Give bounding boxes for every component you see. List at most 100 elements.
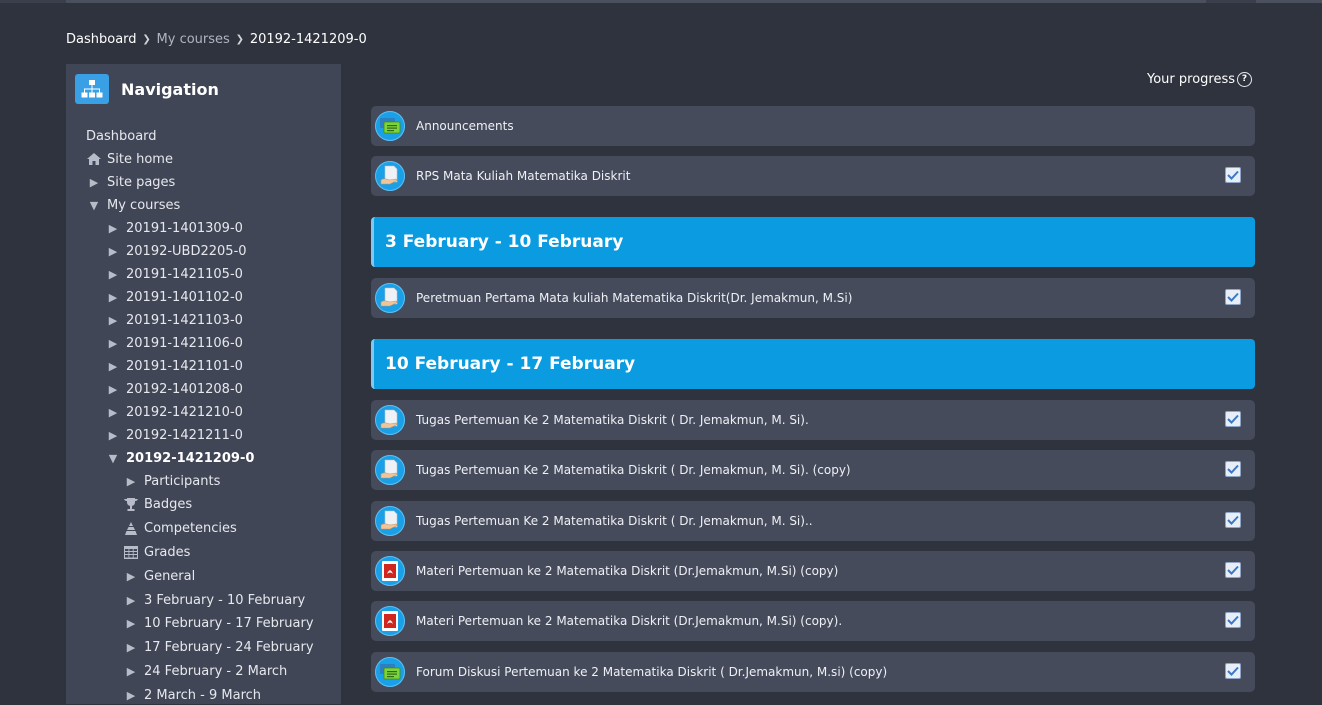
top-bar (0, 0, 1322, 3)
activity-link[interactable]: Tugas Pertemuan Ke 2 Matematika Diskrit … (416, 413, 809, 427)
nav-item-20192-1421210-0[interactable]: ▶ 20192-1421210-0 (105, 402, 243, 422)
nav-item-17-february-24-february[interactable]: ▶ 17 February - 24 February (123, 638, 314, 658)
nav-item-site-home[interactable]: Site home (86, 149, 173, 169)
pdf-icon (375, 555, 405, 586)
caret-right-icon: ▶ (108, 405, 118, 419)
completion-checkbox[interactable] (1225, 612, 1241, 629)
completion-checkbox[interactable] (1225, 461, 1241, 478)
section-header[interactable]: 3 February - 10 February (371, 217, 1255, 267)
activity-link[interactable]: Tugas Pertemuan Ke 2 Matematika Diskrit … (416, 463, 851, 477)
navigation-title: Navigation (121, 79, 219, 99)
nav-item-label: 20191-1421106-0 (126, 335, 243, 351)
check-icon (1227, 170, 1239, 180)
nav-item-24-february-2-march[interactable]: ▶ 24 February - 2 March (123, 661, 288, 681)
nav-item-label: 20192-UBD2205-0 (126, 243, 247, 259)
nav-item-20192-1421211-0[interactable]: ▶ 20192-1421211-0 (105, 425, 243, 445)
question-circle-icon[interactable]: ? (1237, 71, 1253, 87)
nav-item-label: My courses (107, 197, 181, 213)
your-progress: Your progress ? (1147, 70, 1253, 88)
nav-item-2-march-9-march[interactable]: ▶ 2 March - 9 March (123, 685, 261, 705)
completion-checkbox[interactable] (1225, 411, 1241, 427)
breadcrumb: Dashboard ❯ My courses ❯ 20192-1421209-0 (66, 30, 367, 48)
caret-right-icon: ▶ (108, 428, 118, 442)
section-header[interactable]: 10 February - 17 February (371, 339, 1255, 389)
breadcrumb-my-courses[interactable]: My courses (157, 32, 230, 47)
nav-item-label: 24 February - 2 March (144, 663, 288, 679)
nav-item-20191-1421101-0[interactable]: ▶ 20191-1421101-0 (105, 356, 243, 376)
nav-item-participants[interactable]: ▶ Participants (123, 471, 221, 491)
completion-checkbox[interactable] (1225, 561, 1241, 578)
nav-item-20191-1421106-0[interactable]: ▶ 20191-1421106-0 (105, 333, 243, 353)
nav-item-20191-1421103-0[interactable]: ▶ 20191-1421103-0 (105, 310, 243, 330)
nav-item-label: 20192-1421209-0 (126, 450, 255, 466)
completion-checkbox[interactable] (1225, 511, 1241, 528)
completion-checkbox[interactable] (1225, 167, 1241, 183)
activity-link[interactable]: Announcements (416, 119, 514, 133)
caret-right-icon: ▶ (126, 641, 136, 655)
nav-item-20191-1401309-0[interactable]: ▶ 20191-1401309-0 (105, 218, 243, 238)
activity-item[interactable]: RPS Mata Kuliah Matematika Diskrit (371, 156, 1255, 196)
home-icon (86, 153, 102, 165)
nav-item-general[interactable]: ▶ General (123, 566, 195, 586)
nav-item-20192-1401208-0[interactable]: ▶ 20192-1401208-0 (105, 379, 243, 399)
caret-right-icon: ▶ (108, 336, 118, 350)
nav-item-label: 20191-1421101-0 (126, 358, 243, 374)
nav-item-label: Competencies (144, 521, 237, 537)
nav-item-label: Badges (144, 497, 193, 513)
assignment-icon (375, 405, 405, 435)
activity-link[interactable]: Materi Pertemuan ke 2 Matematika Diskrit… (416, 614, 842, 628)
completion-checkbox[interactable] (1225, 662, 1241, 679)
nav-item-label: 20192-1421210-0 (126, 404, 243, 420)
activity-link[interactable]: Peretmuan Pertama Mata kuliah Matematika… (416, 291, 852, 305)
competencies-icon (123, 522, 139, 536)
activity-item[interactable]: Forum Diskusi Pertemuan ke 2 Matematika … (371, 651, 1255, 692)
activity-item[interactable]: Materi Pertemuan ke 2 Matematika Diskrit… (371, 550, 1255, 591)
activity-link[interactable]: RPS Mata Kuliah Matematika Diskrit (416, 169, 630, 183)
forum-icon (375, 111, 405, 141)
activity-item[interactable]: Tugas Pertemuan Ke 2 Matematika Diskrit … (371, 400, 1255, 440)
activity-link[interactable]: Tugas Pertemuan Ke 2 Matematika Diskrit … (416, 514, 813, 528)
caret-right-icon: ▶ (108, 290, 118, 304)
nav-item-20191-1421105-0[interactable]: ▶ 20191-1421105-0 (105, 264, 243, 284)
completion-checkbox[interactable] (1225, 289, 1241, 305)
caret-down-icon: ▼ (108, 451, 118, 465)
check-icon (1227, 515, 1239, 525)
nav-item-my-courses[interactable]: ▼ My courses (86, 195, 181, 215)
your-progress-label: Your progress (1147, 71, 1236, 87)
activity-item[interactable]: Peretmuan Pertama Mata kuliah Matematika… (371, 278, 1255, 318)
check-icon (1227, 414, 1239, 424)
activity-link[interactable]: Materi Pertemuan ke 2 Matematika Diskrit… (416, 564, 838, 578)
activity-item[interactable]: Materi Pertemuan ke 2 Matematika Diskrit… (371, 601, 1255, 642)
nav-item-label: 20192-1401208-0 (126, 381, 243, 397)
nav-item-20192-ubd2205-0[interactable]: ▶ 20192-UBD2205-0 (105, 241, 247, 261)
sitemap-icon (75, 74, 109, 104)
breadcrumb-dashboard[interactable]: Dashboard (66, 32, 137, 47)
nav-item-3-february-10-february[interactable]: ▶ 3 February - 10 February (123, 590, 305, 610)
nav-item-20192-1421209-0[interactable]: ▼ 20192-1421209-0 (105, 448, 255, 468)
nav-item-dashboard[interactable]: Dashboard (86, 126, 157, 146)
nav-item-label: Grades (144, 544, 191, 560)
nav-item-badges[interactable]: Badges (123, 495, 192, 515)
activity-item[interactable]: Announcements (371, 106, 1255, 146)
nav-item-20191-1401102-0[interactable]: ▶ 20191-1401102-0 (105, 287, 243, 307)
nav-item-label: General (144, 568, 196, 584)
pdf-icon (375, 606, 405, 637)
nav-item-site-pages[interactable]: ▶ Site pages (86, 172, 176, 192)
caret-right-icon: ▶ (126, 474, 136, 488)
top-bar-segment (66, 0, 1206, 3)
nav-item-10-february-17-february[interactable]: ▶ 10 February - 17 February (123, 614, 314, 634)
activity-link[interactable]: Forum Diskusi Pertemuan ke 2 Matematika … (416, 665, 887, 679)
nav-item-label: Site home (107, 151, 173, 167)
caret-right-icon: ▶ (108, 221, 118, 235)
check-icon (1227, 616, 1239, 626)
nav-item-label: Dashboard (86, 128, 157, 144)
nav-item-grades[interactable]: Grades (123, 542, 190, 562)
activity-item[interactable]: Tugas Pertemuan Ke 2 Matematika Diskrit … (371, 450, 1255, 491)
assignment-icon (375, 505, 405, 536)
chevron-right-icon: ❯ (142, 33, 151, 45)
nav-item-competencies[interactable]: Competencies (123, 519, 237, 539)
nav-item-label: 20191-1401309-0 (126, 220, 243, 236)
breadcrumb-current-course[interactable]: 20192-1421209-0 (250, 32, 367, 47)
trophy-icon (123, 498, 139, 512)
activity-item[interactable]: Tugas Pertemuan Ke 2 Matematika Diskrit … (371, 500, 1255, 541)
